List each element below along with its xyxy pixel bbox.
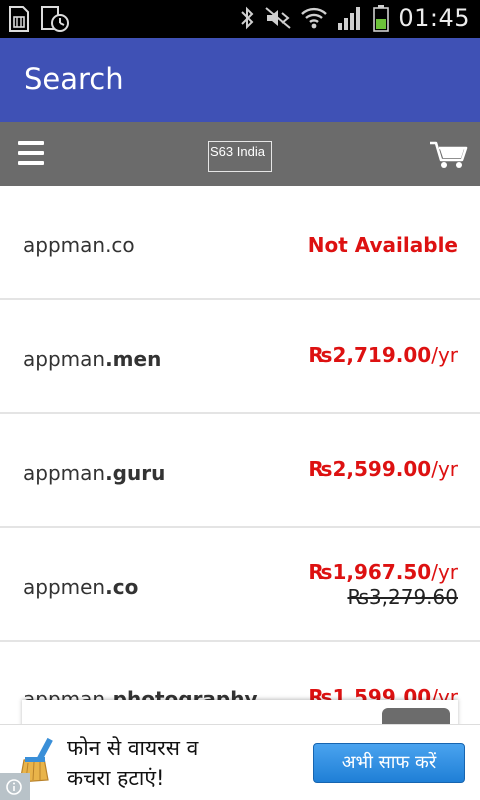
ad-text: फोन से वायरस व कचरा हटाएं!: [67, 733, 198, 793]
signal-icon: [338, 7, 361, 30]
mute-icon: [265, 7, 291, 29]
battery-icon: [373, 5, 390, 32]
domain-name: appman.men: [23, 347, 162, 371]
status-bar: 01:45: [0, 0, 480, 38]
ad-cta-button[interactable]: अभी साफ करें: [313, 743, 465, 783]
alarm-icon: [41, 6, 69, 32]
ad-line-1: फोन से वायरस व: [67, 736, 199, 760]
availability-status: Not Available: [307, 233, 458, 257]
original-price: ₨3,279.60: [347, 585, 458, 609]
cart-icon[interactable]: [428, 140, 468, 170]
list-item[interactable]: appman.guru ₨2,599.00/yr: [0, 414, 480, 528]
sim-icon: [9, 6, 29, 32]
list-item[interactable]: appman.men ₨2,719.00/yr: [0, 300, 480, 414]
info-icon[interactable]: [0, 773, 30, 800]
store-logo[interactable]: S63 India: [208, 141, 272, 172]
domain-name: appman.co: [23, 233, 135, 257]
hamburger-menu-icon[interactable]: [18, 141, 46, 167]
list-item[interactable]: appman.co Not Available: [0, 186, 480, 300]
bluetooth-icon: [241, 6, 254, 30]
list-item[interactable]: appmen.co ₨1,967.50/yr ₨3,279.60: [0, 528, 480, 642]
store-toolbar: S63 India: [0, 122, 480, 186]
status-clock: 01:45: [398, 4, 470, 32]
domain-name: appmen.co: [23, 575, 139, 599]
domain-price: ₨1,967.50/yr: [308, 560, 458, 584]
domain-price: ₨2,719.00/yr: [308, 343, 458, 367]
wifi-icon: [301, 7, 328, 29]
ad-line-2: कचरा हटाएं!: [67, 766, 165, 790]
app-bar: Search: [0, 38, 480, 122]
domain-name: appman.guru: [23, 461, 166, 485]
domain-price: ₨2,599.00/yr: [308, 457, 458, 481]
page-title: Search: [24, 62, 124, 96]
